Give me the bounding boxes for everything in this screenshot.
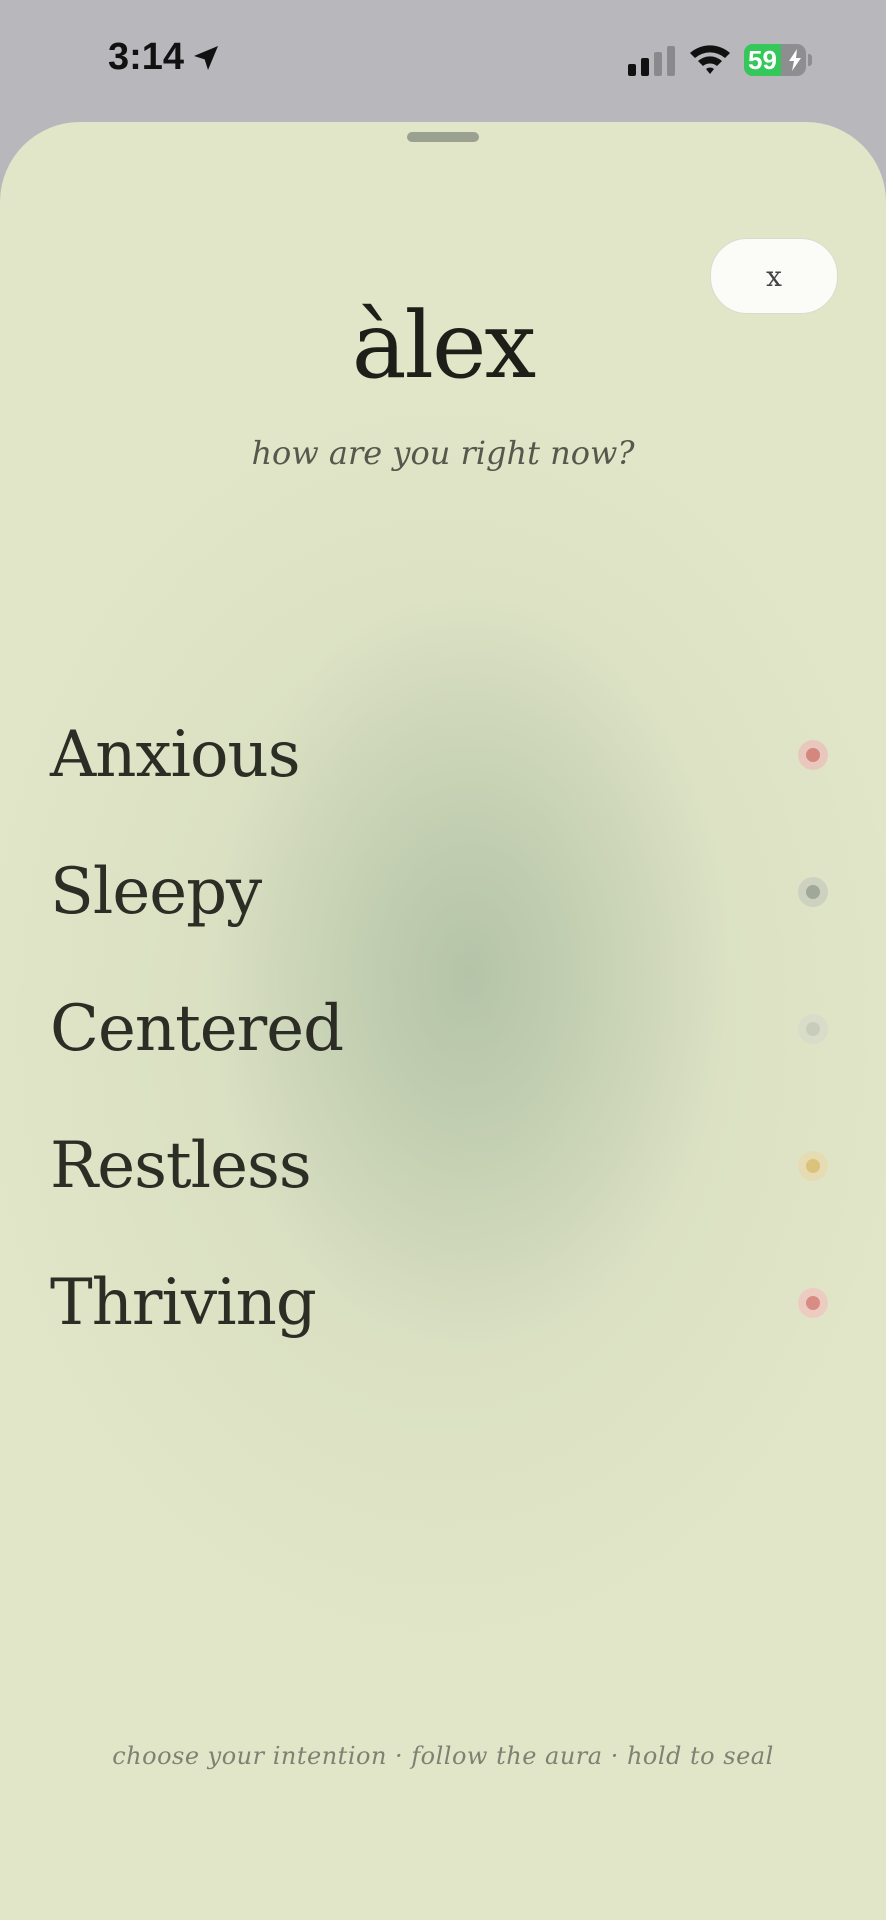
status-time: 3:14 [108,36,222,79]
mood-label: Centered [50,992,344,1066]
wifi-icon [690,45,730,74]
mood-aura-dot [798,740,828,770]
battery-percent-text: 59 [748,45,777,75]
mood-label: Sleepy [50,855,262,929]
battery-cap [808,54,812,66]
app-title: àlex [351,292,537,399]
mood-sheet: x àlex how are you right now? Anxious Sl… [0,122,886,1920]
mood-item-thriving[interactable]: Thriving [0,1250,886,1360]
mood-item-sleepy[interactable]: Sleepy [0,839,886,949]
mood-aura-dot [798,877,828,907]
charging-bolt-icon [789,49,801,71]
mood-aura-dot [798,1288,828,1318]
mood-item-centered[interactable]: Centered [0,976,886,1086]
instructions-footer: choose your intention · follow the aura … [112,1742,774,1770]
status-time-text: 3:14 [108,36,185,78]
location-arrow-icon [194,45,219,70]
mood-label: Thriving [50,1266,317,1340]
mood-aura-dot [798,1014,828,1044]
mood-label: Anxious [50,718,301,792]
mood-label: Restless [50,1129,312,1203]
cellular-signal-icon [628,46,675,76]
mood-item-restless[interactable]: Restless [0,1113,886,1223]
mood-aura-dot [798,1151,828,1181]
status-bar: 3:14 59 [0,0,886,120]
battery-indicator: 59 [744,44,806,76]
mood-item-anxious[interactable]: Anxious [0,702,886,812]
prompt-subtitle: how are you right now? [251,434,635,472]
sheet-grabber-handle[interactable] [407,132,479,142]
